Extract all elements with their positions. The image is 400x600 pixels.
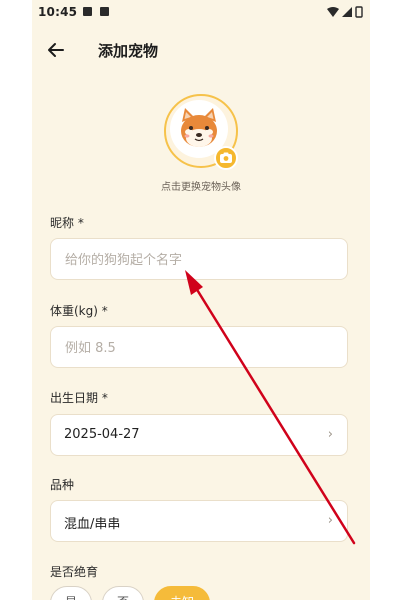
back-button[interactable]: [42, 36, 70, 64]
breed-picker[interactable]: 混血/串串 ›: [50, 500, 348, 542]
weight-field[interactable]: [50, 326, 348, 369]
weight-label: 体重(kg) *: [50, 304, 108, 318]
signal-icon: [342, 7, 352, 17]
neutered-label: 是否绝育: [50, 565, 99, 579]
chevron-right-icon: ›: [327, 513, 333, 528]
neutered-option-yes[interactable]: 是: [50, 586, 92, 600]
chevron-right-icon: ›: [327, 427, 333, 442]
neutered-option-no[interactable]: 否: [102, 586, 144, 600]
battery-icon: [355, 6, 363, 18]
nickname-label: 昵称 *: [50, 216, 84, 230]
page-title: 添加宠物: [98, 42, 159, 60]
avatar-hint: 点击更换宠物头像: [161, 182, 241, 193]
camera-icon: [220, 152, 232, 163]
weight-input[interactable]: [63, 327, 337, 369]
nickname-input[interactable]: [63, 239, 337, 281]
image-notification-icon: [83, 7, 92, 16]
app-notification-icon: [100, 7, 109, 16]
breed-label: 品种: [50, 478, 75, 492]
system-status-icons: [327, 6, 363, 18]
neutered-option-unknown[interactable]: 未知: [154, 586, 210, 600]
pet-avatar-button[interactable]: [164, 94, 238, 170]
birthdate-picker[interactable]: 2025-04-27 ›: [50, 414, 348, 456]
app-bar: 添加宠物: [32, 30, 370, 70]
nickname-field[interactable]: [50, 238, 348, 281]
birthdate-label: 出生日期 *: [50, 391, 108, 405]
status-bar: 10:45: [32, 0, 370, 24]
app-screen: 10:45 添加宠物 点击更换宠物头像 昵称 * 给你的狗狗起个名字 体重(kg…: [32, 0, 370, 600]
status-time: 10:45: [38, 5, 78, 19]
wifi-icon: [327, 7, 339, 17]
birthdate-value: 2025-04-27: [64, 427, 140, 442]
arrow-left-icon: [48, 43, 64, 57]
breed-value: 混血/串串: [64, 517, 121, 532]
camera-badge[interactable]: [214, 146, 238, 170]
